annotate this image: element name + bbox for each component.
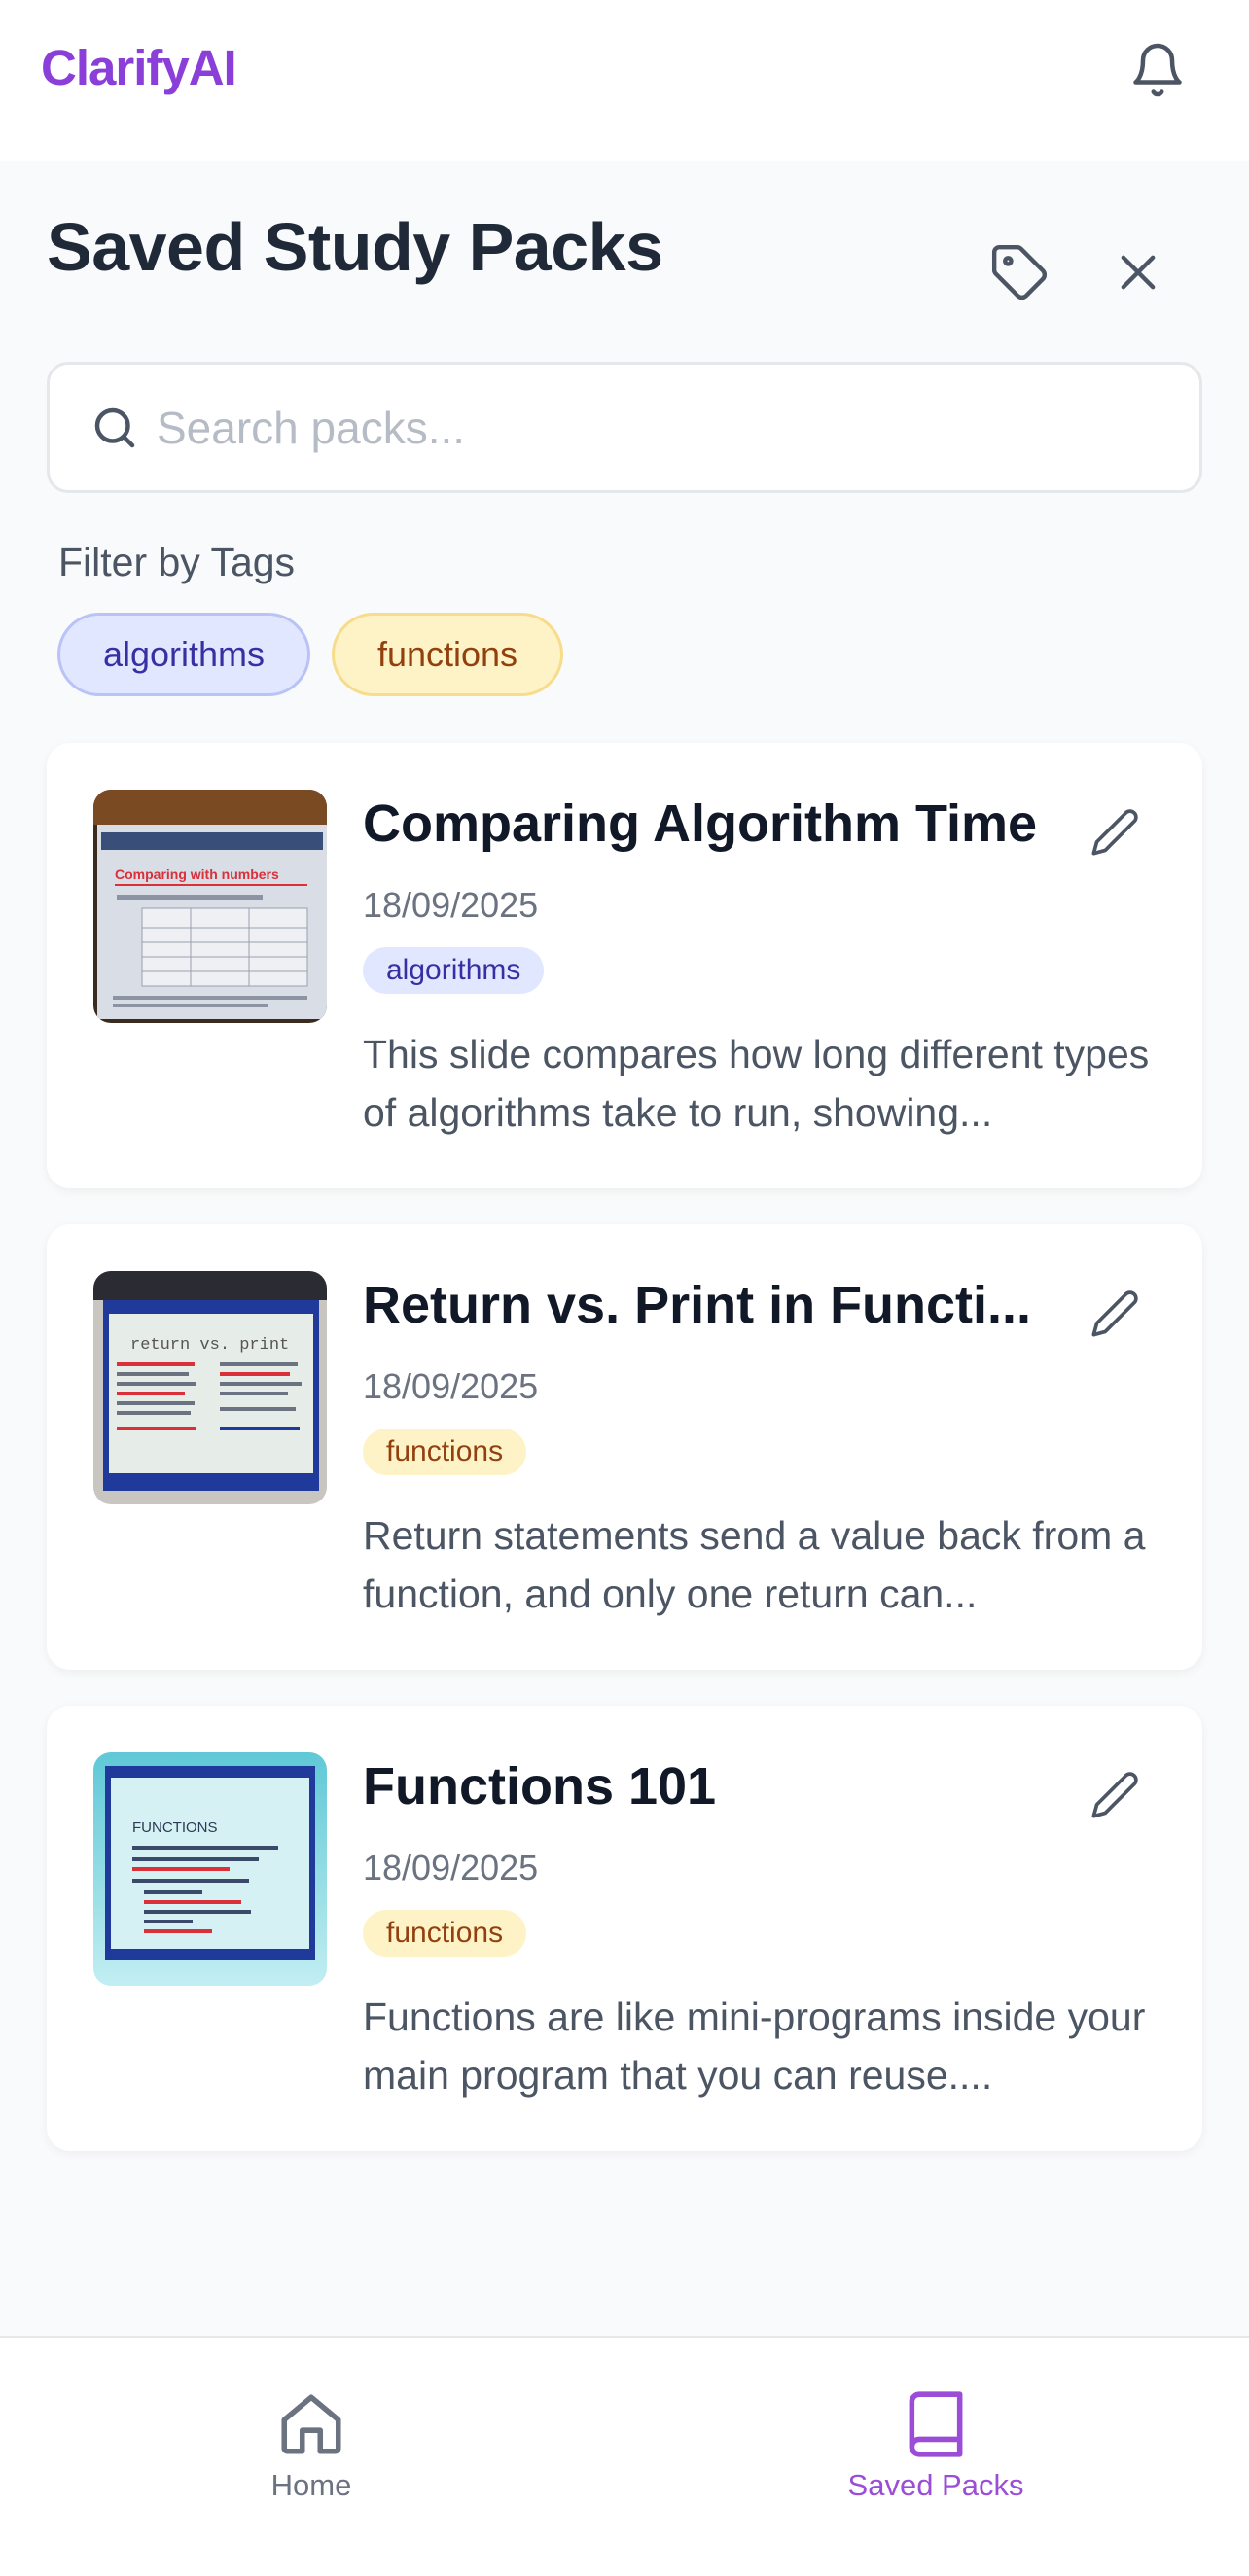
pack-tag-badge: functions — [363, 1910, 527, 1957]
pack-title: Comparing Algorithm Time — [363, 794, 1038, 853]
pack-description: Functions are like mini-programs inside … — [363, 1994, 1146, 2098]
pack-title: Functions 101 — [363, 1757, 717, 1816]
search-box — [47, 362, 1202, 493]
notifications-button[interactable] — [1126, 39, 1189, 101]
filter-label: Filter by Tags — [58, 540, 296, 584]
app-header: ClarifyAI — [0, 0, 1249, 161]
tag-icon — [991, 244, 1047, 300]
brand-logo[interactable]: ClarifyAI — [41, 39, 237, 96]
pack-tag-badge: algorithms — [363, 947, 545, 994]
nav-saved-packs-label: Saved Packs — [847, 2468, 1024, 2502]
bottom-nav: Home Saved Packs — [0, 2336, 1249, 2576]
pack-thumbnail: Comparing with numbers — [93, 790, 327, 1023]
pack-tag-badge: functions — [363, 1429, 527, 1475]
filter-chip-algorithms[interactable]: algorithms — [57, 613, 310, 696]
manage-tags-button[interactable] — [986, 239, 1053, 305]
pack-date: 18/09/2025 — [363, 1366, 539, 1406]
book-icon — [909, 2391, 963, 2457]
thumb-heading: Comparing with numbers — [115, 866, 279, 882]
close-icon — [1121, 255, 1156, 290]
pack-title: Return vs. Print in Functi... — [363, 1276, 1032, 1334]
pack-date: 18/09/2025 — [363, 885, 539, 925]
nav-saved-packs[interactable]: Saved Packs — [819, 2388, 1053, 2515]
edit-pack-button[interactable] — [1084, 1283, 1146, 1345]
pack-date: 18/09/2025 — [363, 1848, 539, 1888]
page-title: Saved Study Packs — [47, 209, 663, 285]
pencil-icon — [1091, 809, 1138, 856]
thumb-heading: return vs. print — [130, 1336, 289, 1355]
nav-home-label: Home — [270, 2468, 352, 2502]
search-input[interactable] — [157, 392, 1168, 464]
edit-pack-button[interactable] — [1084, 1764, 1146, 1826]
edit-pack-button[interactable] — [1084, 801, 1146, 864]
thumb-heading: FUNCTIONS — [132, 1819, 218, 1836]
pack-card[interactable]: return vs. print Return vs. Print in Fun… — [47, 1224, 1202, 1670]
pack-thumbnail: FUNCTIONS — [93, 1752, 327, 1986]
pack-card[interactable]: FUNCTIONS Functions 101 18/09/2025 funct… — [47, 1706, 1202, 2151]
close-button[interactable] — [1105, 239, 1171, 305]
pack-thumbnail: return vs. print — [93, 1271, 327, 1504]
filter-chip-functions[interactable]: functions — [332, 613, 563, 696]
pencil-icon — [1091, 1772, 1138, 1818]
home-icon — [281, 2394, 341, 2454]
nav-home[interactable]: Home — [195, 2388, 428, 2515]
pack-card[interactable]: Comparing with numbers Comparing Algorit… — [47, 743, 1202, 1188]
pack-description: Return statements send a value back from… — [363, 1513, 1146, 1616]
pencil-icon — [1091, 1290, 1138, 1337]
search-icon — [94, 407, 135, 448]
bell-icon — [1133, 43, 1182, 97]
pack-description: This slide compares how long different t… — [363, 1032, 1150, 1135]
